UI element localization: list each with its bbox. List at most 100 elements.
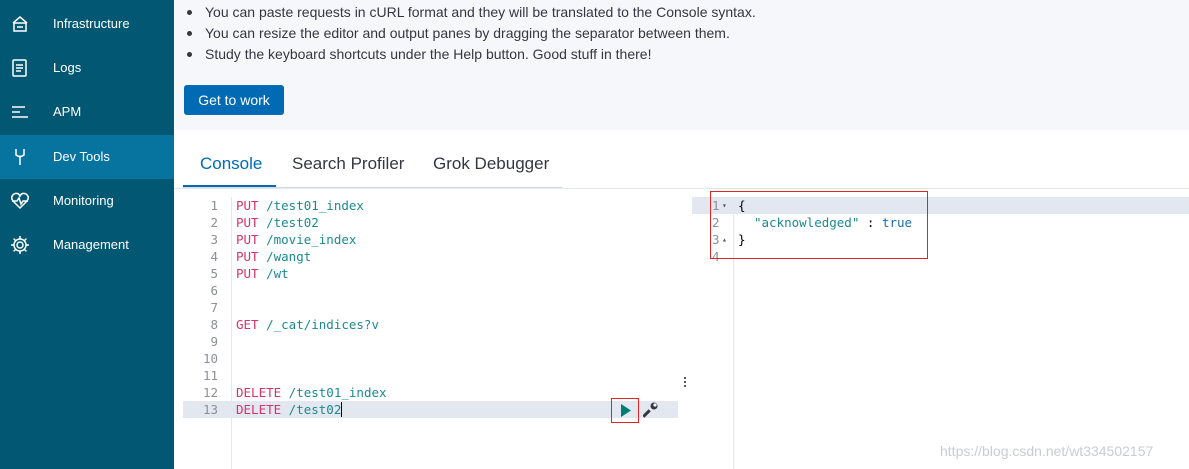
- http-method: PUT: [236, 215, 259, 230]
- http-method: PUT: [236, 198, 259, 213]
- sidebar-item-label: Logs: [53, 60, 82, 75]
- sidebar-item-monitoring[interactable]: Monitoring: [0, 179, 174, 223]
- console-editor[interactable]: 1 PUT /test01_index 2 PUT /test02 3 PUT /movi…: [183, 197, 678, 469]
- line-number: 1: [210, 198, 218, 213]
- line-number: 4: [210, 249, 218, 264]
- tip-item: Study the keyboard shortcuts under the H…: [187, 44, 756, 65]
- code-text: PUT /movie_index: [236, 231, 356, 248]
- tab-console[interactable]: Console: [200, 154, 262, 174]
- line-number: 7: [210, 300, 218, 315]
- line-number: 8: [210, 317, 218, 332]
- logs-icon: [12, 59, 27, 77]
- play-icon: [621, 404, 631, 417]
- code-text: DELETE /test02: [236, 401, 343, 418]
- output-text: }: [738, 232, 746, 247]
- code-line[interactable]: 6: [183, 282, 678, 299]
- sidebar-item-label: APM: [53, 104, 82, 119]
- json-separator: :: [859, 215, 882, 230]
- request-path: /test01_index: [281, 385, 387, 400]
- output-text: "acknowledged" : true: [754, 214, 912, 231]
- request-path: /test01_index: [258, 198, 364, 213]
- sidebar-item-dev-tools[interactable]: Dev Tools: [0, 135, 174, 179]
- line-number: 5: [210, 266, 218, 281]
- watermark: https://blog.csdn.net/wt334502157: [940, 443, 1154, 459]
- code-text: PUT /test02: [236, 214, 319, 231]
- request-path: /wangt: [258, 249, 312, 264]
- request-path: /_cat/indices?v: [258, 317, 379, 332]
- line-number: 1: [712, 198, 720, 213]
- wrench-tool-icon: [15, 149, 25, 165]
- fold-toggle-icon[interactable]: ▾: [722, 197, 727, 214]
- line-number: 9: [210, 334, 218, 349]
- http-method: GET: [236, 317, 259, 332]
- tab-search-profiler[interactable]: Search Profiler: [292, 154, 404, 174]
- sidebar-item-logs[interactable]: Logs: [0, 46, 174, 90]
- code-line[interactable]: 10: [183, 350, 678, 367]
- sidebar-item-label: Infrastructure: [53, 16, 130, 31]
- response-output[interactable]: 1 ▾{2 "acknowledged" : true 3 ▴} 4: [692, 197, 1189, 469]
- sidebar-item-label: Management: [53, 237, 129, 252]
- http-method: DELETE: [236, 385, 282, 400]
- code-text: PUT /test01_index: [236, 197, 364, 214]
- line-number: 12: [202, 385, 218, 400]
- request-path: /test02: [281, 402, 342, 417]
- http-method: PUT: [236, 232, 259, 247]
- tab-grok-debugger[interactable]: Grok Debugger: [433, 154, 549, 174]
- request-path: /test02: [258, 215, 319, 230]
- line-number: 13: [202, 402, 218, 417]
- sidebar-item-infrastructure[interactable]: Infrastructure: [0, 2, 174, 46]
- json-value: true: [881, 215, 913, 230]
- http-method: PUT: [236, 249, 259, 264]
- output-line: 3 ▴}: [692, 231, 1189, 248]
- pane-resize-handle[interactable]: [678, 197, 692, 469]
- output-text: {: [738, 198, 746, 213]
- output-line: 2 "acknowledged" : true: [692, 214, 1189, 231]
- code-line[interactable]: 11: [183, 367, 678, 384]
- code-line[interactable]: 1 PUT /test01_index: [183, 197, 678, 214]
- divider: [174, 188, 1189, 189]
- line-number: 2: [210, 215, 218, 230]
- code-text: GET /_cat/indices?v: [236, 316, 379, 333]
- code-text: PUT /wt: [236, 265, 289, 282]
- apm-icon: [12, 106, 28, 118]
- code-line[interactable]: 3 PUT /movie_index: [183, 231, 678, 248]
- tips-list: You can paste requests in cURL format an…: [187, 2, 756, 65]
- code-line[interactable]: 5 PUT /wt: [183, 265, 678, 282]
- sidebar-item-label: Dev Tools: [53, 149, 110, 164]
- fold-toggle-icon[interactable]: ▴: [722, 231, 727, 248]
- output-line: 4: [692, 248, 1189, 265]
- line-number: 3: [210, 232, 218, 247]
- tip-item: You can paste requests in cURL format an…: [187, 2, 756, 23]
- sidebar: Infrastructure Logs APM Dev Tools Monito…: [0, 0, 174, 469]
- line-number: 3: [712, 232, 720, 247]
- line-number: 4: [712, 249, 720, 264]
- code-line[interactable]: 12 DELETE /test01_index: [183, 384, 678, 401]
- tip-item: You can resize the editor and output pan…: [187, 23, 756, 44]
- code-line[interactable]: 7: [183, 299, 678, 316]
- run-request-button[interactable]: [611, 398, 639, 423]
- code-line[interactable]: 9: [183, 333, 678, 350]
- heartbeat-icon: [10, 192, 30, 210]
- infrastructure-icon: [12, 16, 28, 32]
- drag-dots-icon: [684, 377, 686, 379]
- line-number: 2: [712, 215, 720, 230]
- wrench-icon: [642, 402, 658, 418]
- line-number: 6: [210, 283, 218, 298]
- code-line[interactable]: 4 PUT /wangt: [183, 248, 678, 265]
- code-line[interactable]: 13 DELETE /test02: [183, 401, 678, 418]
- sidebar-item-apm[interactable]: APM: [0, 90, 174, 134]
- code-line[interactable]: 8 GET /_cat/indices?v: [183, 316, 678, 333]
- welcome-panel: You can paste requests in cURL format an…: [174, 0, 1189, 130]
- code-line[interactable]: 2 PUT /test02: [183, 214, 678, 231]
- sidebar-item-management[interactable]: Management: [0, 223, 174, 267]
- request-path: /movie_index: [258, 232, 357, 247]
- code-text: PUT /wangt: [236, 248, 311, 265]
- gear-icon: [11, 236, 29, 254]
- json-key: "acknowledged": [754, 215, 860, 230]
- request-options-button[interactable]: [642, 400, 659, 420]
- get-to-work-button[interactable]: Get to work: [184, 85, 284, 115]
- http-method: PUT: [236, 266, 259, 281]
- text-cursor: [341, 402, 343, 417]
- sidebar-item-label: Monitoring: [53, 193, 114, 208]
- http-method: DELETE: [236, 402, 282, 417]
